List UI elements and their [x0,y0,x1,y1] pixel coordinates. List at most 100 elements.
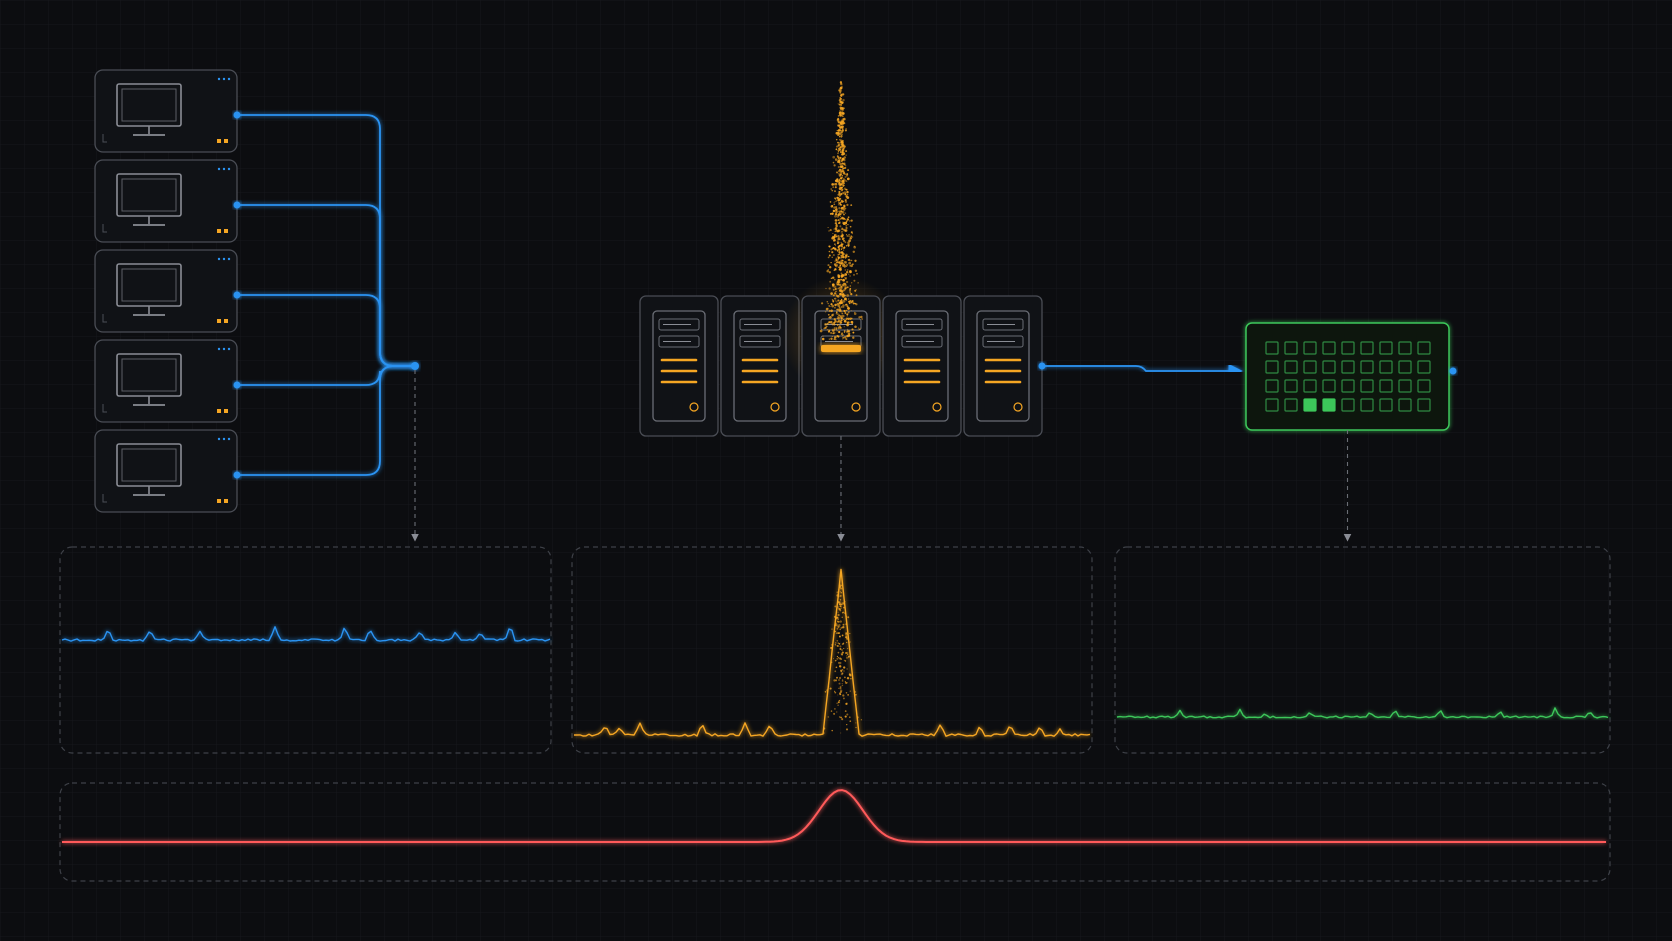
spike-particle [820,302,824,305]
spike-particle [834,182,838,186]
spike-particle [838,245,840,247]
client-1 [94,69,238,153]
spike-particle [844,255,847,257]
spike-particle [850,235,853,238]
spike-particle [842,338,844,340]
spike-particle [830,277,833,280]
spike-particle [835,138,838,141]
spike-particle [846,269,849,271]
spike-particle [848,261,852,265]
server-load-particle [840,607,843,609]
server-load-particle [835,616,837,618]
status-dot [222,347,226,351]
spike-particle [849,288,851,291]
spike-particle [848,258,851,261]
spike-particle [838,306,841,308]
spike-particle [835,200,837,202]
spike-particle [833,234,836,237]
status-dot [222,257,226,261]
status-dot [222,167,226,171]
server-load-particle [849,632,851,635]
server-load-particle [830,710,833,712]
server-load-particle [834,605,837,608]
server-load-particle [853,690,856,693]
spike-particle [835,311,838,314]
spike-particle [850,310,852,312]
server-load-particle [843,659,846,661]
spike-particle [833,278,836,281]
spike-particle [835,313,837,315]
server-1 [639,295,719,437]
spike-particle [850,231,853,234]
spike-particle [839,195,841,198]
spike-particle [843,310,845,312]
spike-particle [844,257,847,259]
server-load-particle [839,609,842,612]
spike-particle [849,265,851,267]
status-dot [227,167,231,171]
spike-particle [834,260,836,262]
spike-particle [828,230,830,232]
status-dot [222,437,226,441]
spike-particle [833,285,837,289]
spike-particle [842,174,844,176]
server-load-particle [839,648,842,650]
server-load-particle [844,710,847,712]
spike-particle [832,155,836,159]
spike-particle [837,275,841,278]
spike-particle [842,337,844,339]
spike-particle [846,177,850,181]
spike-particle [842,152,846,156]
spike-particle [839,181,841,183]
spike-particle [849,291,851,294]
server-load-particle [837,704,839,706]
status-dot [227,437,231,441]
spike-particle [837,287,839,290]
spike-particle [856,272,858,275]
spike-particle [851,328,854,331]
status-dot [227,77,231,81]
server-load-particle [846,723,848,726]
spike-particle [847,307,850,310]
spike-particle [843,326,845,328]
spike-particle [833,328,836,331]
spike-particle [837,256,840,259]
server-load-particle [855,722,857,724]
server-load-particle [847,648,849,650]
spike-particle [825,307,829,311]
server-load-particle [834,708,836,710]
spike-particle [829,271,831,273]
server-load-particle [839,587,841,589]
spike-particle [835,319,837,322]
server-load-particle [830,661,833,664]
server-load-particle [844,612,847,615]
spike-particle [847,216,850,219]
server-load-particle [840,587,843,590]
spike-particle [832,246,835,249]
spike-particle [832,300,835,303]
spike-particle [841,85,843,87]
spike-particle [842,192,845,195]
server-load-particle [849,690,851,692]
hot-slot [821,345,861,352]
spike-particle [833,201,835,204]
server-4 [882,295,962,437]
spike-particle [838,151,840,153]
spike-particle [844,129,847,132]
server-load-particle [855,726,857,729]
spike-particle [845,309,848,312]
spike-particle [834,230,837,233]
spike-particle [847,330,851,333]
spike-particle [846,234,849,238]
spike-particle [837,237,841,240]
spike-particle [833,294,835,297]
spike-particle [843,265,846,268]
spike-particle [839,107,843,110]
spike-particle [841,314,845,318]
indicator-led [217,499,221,503]
spike-particle [853,273,855,276]
spike-particle [849,237,852,240]
spike-particle [854,325,857,329]
spike-particle [828,287,831,290]
client-2 [94,159,238,243]
